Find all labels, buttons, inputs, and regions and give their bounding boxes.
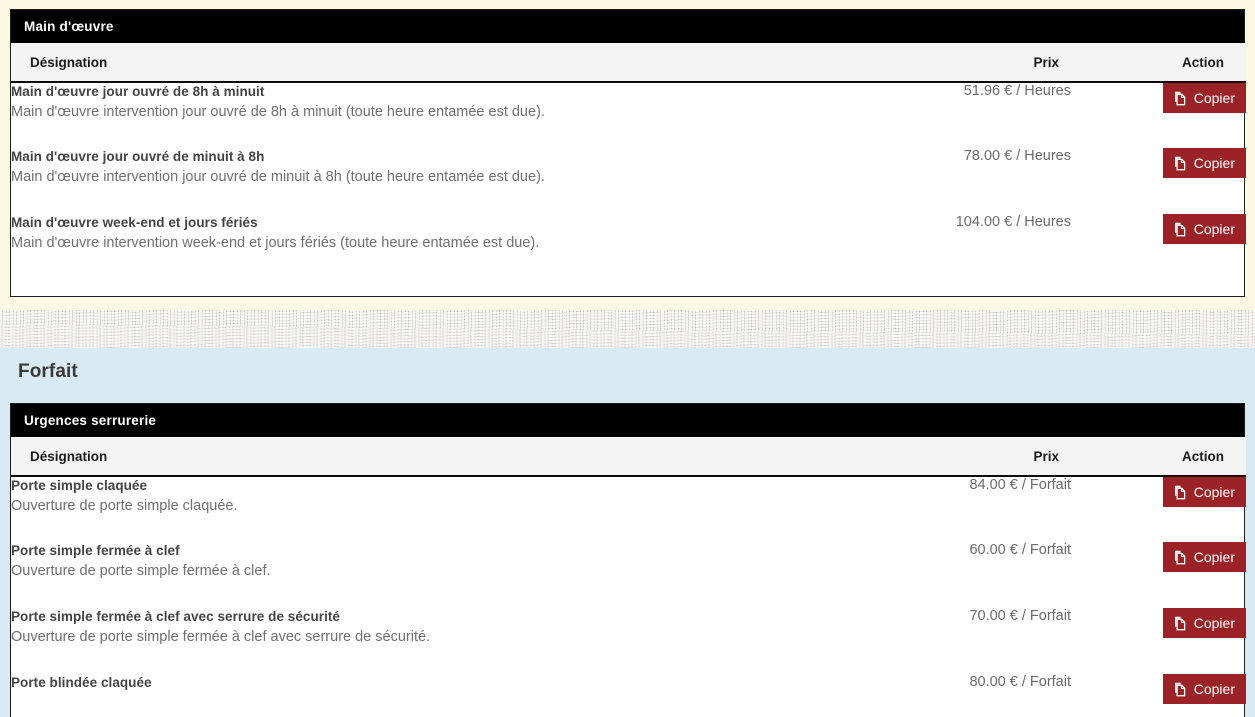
cell-action: Copier bbox=[1071, 148, 1246, 214]
designation-title: Main d'œuvre week-end et jours fériés bbox=[11, 215, 258, 230]
column-header-action: Action bbox=[1071, 43, 1246, 83]
cell-designation: Porte simple fermée à clef avec serrure … bbox=[11, 608, 831, 674]
card-header-main-doeuvre: Main d'œuvre bbox=[11, 10, 1244, 43]
table-row: Main d'œuvre jour ouvré de minuit à 8h M… bbox=[11, 148, 1246, 214]
designation-title: Porte blindée claquée bbox=[11, 675, 152, 690]
table-row: Porte simple fermée à clef avec serrure … bbox=[11, 608, 1246, 674]
cell-price: 78.00 € / Heures bbox=[963, 148, 1071, 164]
copy-icon bbox=[1173, 485, 1188, 500]
column-header-action: Action bbox=[1071, 437, 1246, 477]
designation-title: Porte simple fermée à clef bbox=[11, 543, 180, 558]
table-row: Porte simple fermée à clef Ouverture de … bbox=[11, 542, 1246, 608]
table-row: Main d'œuvre week-end et jours fériés Ma… bbox=[11, 214, 1246, 280]
designation-description: Ouverture de porte simple fermée à clef … bbox=[11, 629, 431, 645]
scan-texture-separator bbox=[0, 310, 1255, 348]
card-main-doeuvre: Main d'œuvre Désignation Prix Action Mai… bbox=[10, 9, 1246, 297]
cell-designation: Main d'œuvre week-end et jours fériés Ma… bbox=[11, 214, 831, 280]
copy-icon bbox=[1173, 156, 1188, 171]
cell-action: Copier bbox=[1071, 82, 1246, 148]
copy-button-label: Copier bbox=[1193, 681, 1235, 697]
copy-icon bbox=[1173, 91, 1188, 106]
cell-designation: Main d'œuvre jour ouvré de 8h à minuit M… bbox=[11, 82, 831, 148]
copy-icon bbox=[1173, 222, 1188, 237]
designation-description: Main d'œuvre intervention jour ouvré de … bbox=[11, 104, 545, 120]
cell-price: 70.00 € / Forfait bbox=[969, 608, 1071, 624]
table-head: Désignation Prix Action bbox=[11, 437, 1246, 477]
table-header-row: Désignation Prix Action bbox=[11, 43, 1246, 83]
copy-button[interactable]: Copier bbox=[1162, 477, 1246, 507]
table-row: Porte blindée claquée 80.00 € / Forfait bbox=[11, 674, 1246, 717]
table-row: Main d'œuvre jour ouvré de 8h à minuit M… bbox=[11, 82, 1246, 148]
cell-price: 84.00 € / Forfait bbox=[969, 477, 1071, 493]
copy-button[interactable]: Copier bbox=[1162, 83, 1246, 113]
column-header-prix: Prix bbox=[831, 437, 1071, 477]
cell-designation: Porte simple fermée à clef Ouverture de … bbox=[11, 542, 831, 608]
designation-title: Main d'œuvre jour ouvré de minuit à 8h bbox=[11, 149, 265, 164]
cell-designation: Main d'œuvre jour ouvré de minuit à 8h M… bbox=[11, 148, 831, 214]
cell-action: Copier bbox=[1071, 674, 1246, 717]
cell-price: 104.00 € / Heures bbox=[955, 214, 1071, 230]
copy-button-label: Copier bbox=[1193, 155, 1235, 171]
page-root: Main d'œuvre Désignation Prix Action Mai… bbox=[0, 0, 1255, 717]
card-urgences-serrurerie: Urgences serrurerie Désignation Prix Act… bbox=[10, 403, 1246, 717]
table-header-row: Désignation Prix Action bbox=[11, 437, 1246, 477]
cell-action: Copier bbox=[1071, 542, 1246, 608]
designation-description: Main d'œuvre intervention jour ouvré de … bbox=[11, 169, 545, 185]
column-header-designation: Désignation bbox=[11, 43, 831, 83]
copy-button[interactable]: Copier bbox=[1162, 214, 1246, 244]
copy-button[interactable]: Copier bbox=[1162, 542, 1246, 572]
designation-title: Main d'œuvre jour ouvré de 8h à minuit bbox=[11, 84, 265, 99]
designation-description: Main d'œuvre intervention week-end et jo… bbox=[11, 235, 540, 251]
section-title-forfait: Forfait bbox=[18, 361, 78, 382]
cell-action: Copier bbox=[1071, 476, 1246, 542]
tarifs-table-forfait: Désignation Prix Action Porte simple cla… bbox=[11, 437, 1246, 717]
cell-price: 51.96 € / Heures bbox=[963, 83, 1071, 99]
column-header-designation: Désignation bbox=[11, 437, 831, 477]
table-body: Main d'œuvre jour ouvré de 8h à minuit M… bbox=[11, 82, 1246, 280]
copy-button-label: Copier bbox=[1193, 549, 1235, 565]
copy-button-label: Copier bbox=[1193, 484, 1235, 500]
cell-action: Copier bbox=[1071, 608, 1246, 674]
cell-price: 60.00 € / Forfait bbox=[969, 542, 1071, 558]
cell-action: Copier bbox=[1071, 214, 1246, 280]
copy-button-label: Copier bbox=[1193, 90, 1235, 106]
card-header-urgences-serrurerie: Urgences serrurerie bbox=[11, 404, 1244, 437]
cell-designation: Porte simple claquée Ouverture de porte … bbox=[11, 476, 831, 542]
copy-button[interactable]: Copier bbox=[1162, 674, 1246, 704]
copy-button-label: Copier bbox=[1193, 221, 1235, 237]
section-main-doeuvre: Main d'œuvre Désignation Prix Action Mai… bbox=[0, 0, 1255, 310]
designation-description: Ouverture de porte simple claquée. bbox=[11, 498, 238, 514]
copy-icon bbox=[1173, 616, 1188, 631]
designation-title: Porte simple fermée à clef avec serrure … bbox=[11, 609, 340, 624]
copy-button-label: Copier bbox=[1193, 615, 1235, 631]
copy-icon bbox=[1173, 682, 1188, 697]
designation-title: Porte simple claquée bbox=[11, 478, 148, 493]
table-head: Désignation Prix Action bbox=[11, 43, 1246, 83]
designation-description: Ouverture de porte simple fermée à clef. bbox=[11, 563, 271, 579]
copy-icon bbox=[1173, 550, 1188, 565]
table-body: Porte simple claquée Ouverture de porte … bbox=[11, 476, 1246, 717]
copy-button[interactable]: Copier bbox=[1162, 608, 1246, 638]
cell-designation: Porte blindée claquée bbox=[11, 674, 831, 717]
copy-button[interactable]: Copier bbox=[1162, 148, 1246, 178]
column-header-prix: Prix bbox=[831, 43, 1071, 83]
tarifs-table-main-doeuvre: Désignation Prix Action Main d'œuvre jou… bbox=[11, 43, 1246, 280]
cell-price: 80.00 € / Forfait bbox=[969, 674, 1071, 690]
table-row: Porte simple claquée Ouverture de porte … bbox=[11, 476, 1246, 542]
